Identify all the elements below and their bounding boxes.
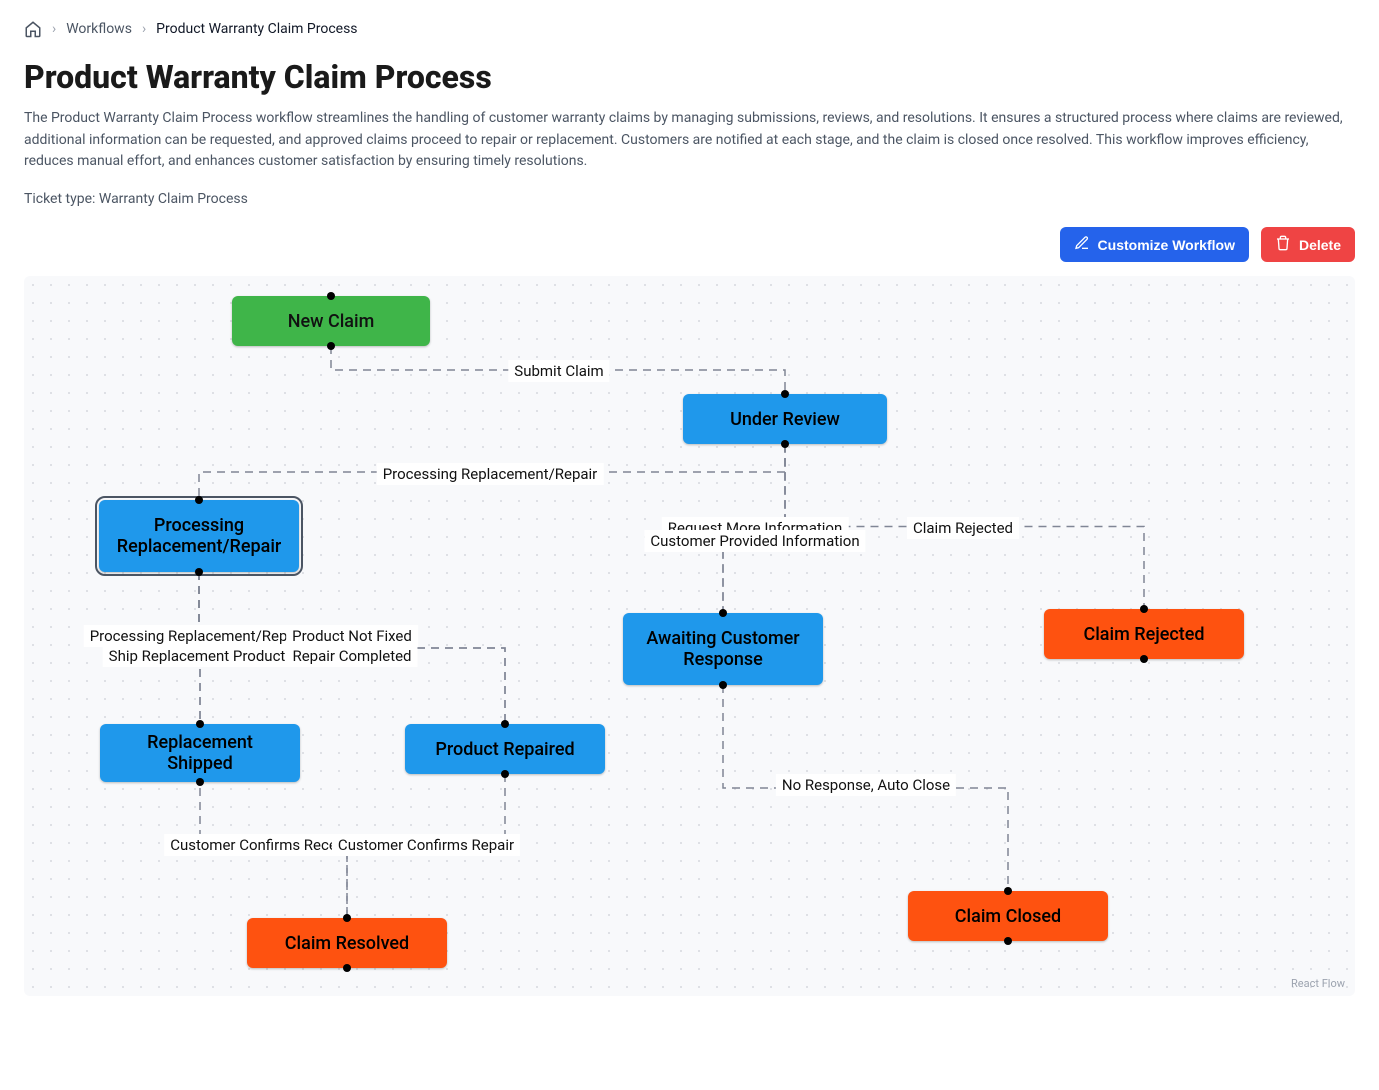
- workflow-node[interactable]: Product Repaired: [405, 724, 605, 774]
- workflow-node-label: Claim Rejected: [1083, 624, 1204, 645]
- node-handle-top[interactable]: [196, 720, 204, 728]
- edge-label: Product Not Fixed: [286, 625, 418, 647]
- workflow-node[interactable]: Processing Replacement/Repair: [99, 500, 299, 572]
- customize-workflow-label: Customize Workflow: [1098, 237, 1235, 253]
- chevron-right-icon: ›: [142, 21, 146, 37]
- edge-label: Ship Replacement Product: [103, 645, 292, 667]
- node-handle-bottom[interactable]: [1140, 655, 1148, 663]
- edge-label: No Response, Auto Close: [776, 774, 956, 796]
- node-handle-top[interactable]: [781, 390, 789, 398]
- breadcrumb-workflows-link[interactable]: Workflows: [66, 21, 132, 37]
- delete-label: Delete: [1299, 237, 1341, 253]
- node-handle-top[interactable]: [719, 609, 727, 617]
- edge-label: Submit Claim: [508, 360, 609, 382]
- node-handle-bottom[interactable]: [327, 342, 335, 350]
- workflow-node[interactable]: Claim Resolved: [247, 918, 447, 968]
- workflow-node-label: Claim Resolved: [285, 933, 409, 954]
- delete-button[interactable]: Delete: [1261, 227, 1355, 262]
- edge-label: Customer Confirms Receipt: [164, 834, 360, 856]
- chevron-right-icon: ›: [52, 21, 56, 37]
- ticket-type-label: Ticket type: Warranty Claim Process: [24, 191, 1355, 207]
- reactflow-attribution: React Flow: [1291, 977, 1345, 990]
- edge-label: Processing Replacement/Repair: [84, 625, 311, 647]
- trash-icon: [1275, 235, 1291, 254]
- node-handle-top[interactable]: [1004, 887, 1012, 895]
- node-handle-top[interactable]: [343, 914, 351, 922]
- workflow-description: The Product Warranty Claim Process workf…: [24, 108, 1354, 173]
- node-handle-bottom[interactable]: [1004, 937, 1012, 945]
- breadcrumb-current: Product Warranty Claim Process: [156, 21, 357, 37]
- node-handle-top[interactable]: [327, 292, 335, 300]
- workflow-node-label: Replacement Shipped: [118, 732, 282, 774]
- node-handle-top[interactable]: [1140, 605, 1148, 613]
- node-handle-bottom[interactable]: [781, 440, 789, 448]
- actions-bar: Customize Workflow Delete: [24, 227, 1355, 262]
- workflow-node[interactable]: Replacement Shipped: [100, 724, 300, 782]
- edge-label: Repair Completed: [286, 645, 417, 667]
- workflow-node-label: Claim Closed: [955, 906, 1061, 927]
- workflow-node-label: Under Review: [730, 409, 840, 430]
- workflow-node-label: Product Repaired: [435, 739, 574, 760]
- node-handle-top[interactable]: [501, 720, 509, 728]
- page-title: Product Warranty Claim Process: [24, 58, 1355, 96]
- workflow-node[interactable]: Claim Closed: [908, 891, 1108, 941]
- node-handle-bottom[interactable]: [501, 770, 509, 778]
- workflow-node-label: New Claim: [288, 311, 375, 332]
- breadcrumb: › Workflows › Product Warranty Claim Pro…: [24, 20, 1355, 38]
- workflow-node-label: Processing Replacement/Repair: [117, 515, 282, 557]
- edge-label: Claim Rejected: [907, 517, 1019, 539]
- node-handle-bottom[interactable]: [195, 568, 203, 576]
- home-icon[interactable]: [24, 20, 42, 38]
- edge-label: Customer Provided Information: [644, 530, 865, 552]
- edit-icon: [1074, 235, 1090, 254]
- workflow-node[interactable]: Awaiting Customer Response: [623, 613, 823, 685]
- workflow-node-label: Awaiting Customer Response: [641, 628, 805, 670]
- node-handle-bottom[interactable]: [196, 778, 204, 786]
- edge-label: Customer Confirms Repair: [332, 834, 520, 856]
- node-handle-top[interactable]: [195, 496, 203, 504]
- workflow-canvas[interactable]: New Claim Under Review Processing Replacem…: [24, 276, 1355, 996]
- node-handle-bottom[interactable]: [343, 964, 351, 972]
- customize-workflow-button[interactable]: Customize Workflow: [1060, 227, 1249, 262]
- workflow-node[interactable]: Under Review: [683, 394, 887, 444]
- workflow-node[interactable]: Claim Rejected: [1044, 609, 1244, 659]
- workflow-node[interactable]: New Claim: [232, 296, 430, 346]
- edge-label: Processing Replacement/Repair: [377, 463, 604, 485]
- node-handle-bottom[interactable]: [719, 681, 727, 689]
